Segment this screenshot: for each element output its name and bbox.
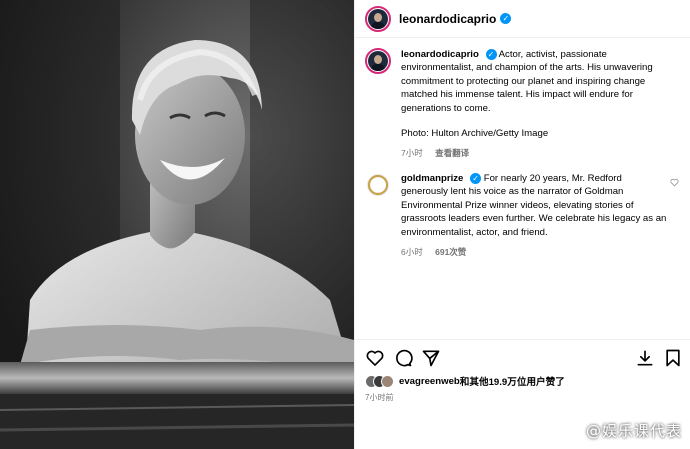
comment-meta: 6小时 691次赞 xyxy=(401,246,671,259)
post-details-panel: leonardodicaprio ✓ leonardodicaprio ✓ Ac… xyxy=(354,0,690,449)
avatar[interactable] xyxy=(365,5,391,32)
post-photo[interactable] xyxy=(0,0,354,449)
comment-like-count[interactable]: 691次赞 xyxy=(435,247,466,257)
comment-body: goldmanprize ✓ For nearly 20 years, Mr. … xyxy=(401,172,671,259)
comment-heart-icon[interactable] xyxy=(670,178,679,187)
goldman-logo-icon xyxy=(367,174,389,196)
post-timestamp: 7小时前 xyxy=(365,393,394,402)
verified-badge-icon: ✓ xyxy=(500,13,512,24)
comment-icon[interactable] xyxy=(393,348,413,368)
liker-username[interactable]: evagreenweb xyxy=(399,376,460,387)
caption-body: leonardodicaprio ✓ Actor, activist, pass… xyxy=(401,48,671,161)
avatar xyxy=(381,374,394,388)
likes-count-text[interactable]: 和其他19.9万位用户赞了 xyxy=(460,374,565,388)
send-icon[interactable] xyxy=(421,348,441,368)
photo-credit: Photo: Hulton Archive/Getty Image xyxy=(401,128,549,140)
translate-link[interactable]: 查看翻译 xyxy=(435,148,469,158)
post-header: leonardodicaprio ✓ xyxy=(355,0,690,38)
caption-time: 7小时 xyxy=(401,148,423,159)
watermark-text: @娱乐课代表 xyxy=(585,422,682,440)
instagram-post: leonardodicaprio ✓ leonardodicaprio ✓ Ac… xyxy=(0,0,690,449)
action-bar xyxy=(355,339,690,373)
comment-item: goldmanprize ✓ For nearly 20 years, Mr. … xyxy=(365,172,683,259)
commenter-username[interactable]: goldmanprize xyxy=(401,173,463,184)
liker-avatars xyxy=(365,374,394,388)
commenter-avatar[interactable] xyxy=(365,172,391,198)
portrait-image xyxy=(0,0,354,449)
caption-username[interactable]: leonardodicaprio xyxy=(401,49,479,60)
heart-icon[interactable] xyxy=(365,348,385,368)
caption-avatar[interactable] xyxy=(365,48,391,74)
verified-badge-icon: ✓ xyxy=(485,48,497,60)
header-username[interactable]: leonardodicaprio xyxy=(399,12,496,26)
likes-summary[interactable]: evagreenweb 和其他19.9万位用户赞了 xyxy=(365,374,565,388)
caption-meta: 7小时 查看翻译 xyxy=(401,147,671,160)
verified-badge-icon: ✓ xyxy=(470,172,482,184)
bookmark-icon[interactable] xyxy=(663,348,683,368)
caption-comment: leonardodicaprio ✓ Actor, activist, pass… xyxy=(365,48,683,161)
download-icon[interactable] xyxy=(635,348,655,368)
comments-list: leonardodicaprio ✓ Actor, activist, pass… xyxy=(355,44,690,334)
comment-time: 6小时 xyxy=(401,247,423,258)
watermark: @娱乐课代表 xyxy=(582,420,682,441)
